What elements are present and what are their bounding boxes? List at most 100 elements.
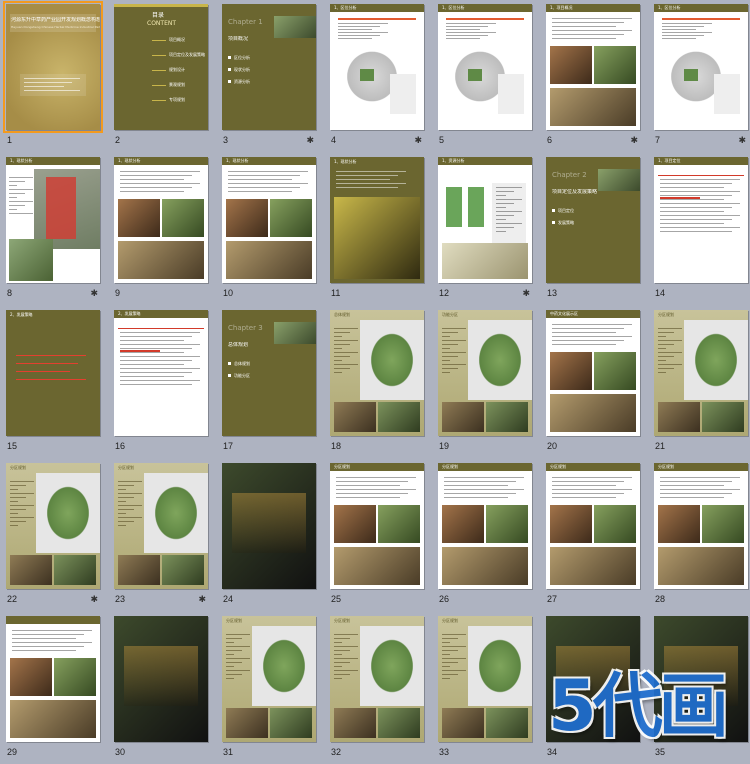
slide-cell[interactable]: Chapter 2 项目定位及发展策略 项目定位 发展策略 13 — [546, 157, 640, 305]
slide-cell[interactable]: 1、现状分析 11 — [330, 157, 424, 305]
chapter-item: 现状分析 — [234, 67, 250, 72]
photo-image — [550, 88, 636, 126]
text-line — [118, 493, 142, 494]
slide-number: 23 — [115, 594, 126, 604]
slide-thumbnail-2[interactable]: 目录 CONTENT 项目概况 项目定位及发展策略 规划设计 景观规划 专项规划 — [114, 4, 208, 130]
slide-thumbnail-31[interactable]: 分区规划 — [222, 616, 316, 742]
slide-cell[interactable]: Chapter 3 总体规划 总体规划 功能分区 17 — [222, 310, 316, 458]
text-line — [338, 32, 388, 33]
slide-cell[interactable]: 分区规划 28 — [654, 463, 748, 611]
photo-image — [598, 169, 640, 191]
slide-title: 1、区位分析 — [658, 5, 681, 10]
slide-cell[interactable]: 2、发展策略 15 — [6, 310, 100, 458]
text-line — [660, 203, 740, 204]
slide-thumbnail-10[interactable]: 1、现状分析 — [222, 157, 316, 283]
text-line — [442, 654, 450, 655]
slide-cell[interactable]: Chapter 1 项目概况 区位分析 现状分析 资源分析 3 ✱ — [222, 4, 316, 152]
chapter-title: 总体规划 — [228, 342, 249, 348]
text-line — [9, 193, 25, 194]
slide-cell[interactable]: 1、区位分析 5 — [438, 4, 532, 152]
text-line — [228, 171, 308, 172]
text-line — [24, 90, 80, 91]
text-line — [660, 497, 724, 498]
slide-cell[interactable]: 分区规划 25 — [330, 463, 424, 611]
bullet-icon — [552, 221, 555, 224]
slide-cell[interactable]: 1、现状分析 8 ✱ — [6, 157, 100, 305]
slide-cell[interactable]: 24 — [222, 463, 316, 611]
slide-cell[interactable]: 1、项目定位 14 — [654, 157, 748, 305]
slide-thumbnail-22[interactable]: 分区规划 — [6, 463, 100, 589]
slide-cell[interactable]: 分区规划 21 — [654, 310, 748, 458]
slide-cell[interactable]: 1、区位分析 4 ✱ — [330, 4, 424, 152]
text-line — [228, 175, 300, 176]
slide-number: 2 — [115, 135, 121, 145]
slide-thumbnail-21[interactable]: 分区规划 — [654, 310, 748, 436]
slide-cell[interactable]: 中药文化展示区 20 — [546, 310, 640, 458]
slide-thumbnail-6[interactable]: 1、项目概况 — [546, 4, 640, 130]
slide-cell[interactable]: 功能分区 19 — [438, 310, 532, 458]
slide-title: 1、现状分析 — [226, 158, 249, 163]
slide-number: 29 — [7, 747, 18, 757]
slide-thumbnail-29[interactable] — [6, 616, 100, 742]
slide-thumbnail-15[interactable]: 2、发展策略 — [6, 310, 100, 436]
slide-cell[interactable]: 1、项目概况 6 ✱ — [546, 4, 640, 152]
text-line — [334, 658, 358, 659]
slide-thumbnail-19[interactable]: 功能分区 — [438, 310, 532, 436]
slide-thumbnail-1[interactable]: 河源东升中草药产业园开发规划概念构想 Heyuan Dongsheng Chine… — [3, 1, 103, 133]
slide-thumbnail-16[interactable]: 2、发展策略 — [114, 310, 208, 436]
text-line — [12, 630, 92, 631]
slide-thumbnail-7[interactable]: 1、区位分析 — [654, 4, 748, 130]
slide-thumbnail-32[interactable]: 分区规划 — [330, 616, 424, 742]
slide-thumbnail-5[interactable]: 1、区位分析 — [438, 4, 532, 130]
slide-cell[interactable]: 1、资源分析 12 ✱ — [438, 157, 532, 305]
contents-item: 项目概况 — [169, 37, 185, 42]
slide-thumbnail-18[interactable]: 总体规划 — [330, 310, 424, 436]
text-line — [660, 489, 740, 490]
slide-thumbnail-4[interactable]: 1、区位分析 — [330, 4, 424, 130]
slide-thumbnail-33[interactable]: 分区规划 — [438, 616, 532, 742]
slide-cell[interactable]: 分区规划 27 — [546, 463, 640, 611]
slide-cell[interactable]: 2、发展策略 16 — [114, 310, 208, 458]
slide-thumbnail-14[interactable]: 1、项目定位 — [654, 157, 748, 283]
slide-thumbnail-17[interactable]: Chapter 3 总体规划 总体规划 功能分区 — [222, 310, 316, 436]
slide-thumbnail-12[interactable]: 1、资源分析 — [438, 157, 532, 283]
slide-thumbnail-24[interactable] — [222, 463, 316, 589]
slide-cell[interactable]: 分区规划 32 — [330, 616, 424, 764]
slide-thumbnail-20[interactable]: 中药文化展示区 — [546, 310, 640, 436]
slide-cell[interactable]: 30 — [114, 616, 208, 764]
text-line — [120, 340, 184, 341]
slide-thumbnail-3[interactable]: Chapter 1 项目概况 区位分析 现状分析 资源分析 — [222, 4, 316, 130]
text-line — [118, 521, 134, 522]
text-line — [442, 336, 450, 337]
slide-thumbnail-11[interactable]: 1、现状分析 — [330, 157, 424, 283]
slide-thumbnail-8[interactable]: 1、现状分析 — [6, 157, 100, 283]
slide-cell[interactable]: 1、区位分析 7 ✱ — [654, 4, 748, 152]
slide-cell[interactable]: 29 — [6, 616, 100, 764]
slide-thumbnail-28[interactable]: 分区规划 — [654, 463, 748, 589]
slide-cell[interactable]: 分区规划 22 ✱ — [6, 463, 100, 611]
slide-cell[interactable]: 1、现状分析 9 — [114, 157, 208, 305]
slide-thumbnail-9[interactable]: 1、现状分析 — [114, 157, 208, 283]
text-line — [442, 678, 450, 679]
slide-cell[interactable]: 1、现状分析 10 — [222, 157, 316, 305]
slide-cell[interactable]: 分区规划 33 — [438, 616, 532, 764]
chapter-marker — [152, 85, 166, 86]
slide-thumbnail-13[interactable]: Chapter 2 项目定位及发展策略 项目定位 发展策略 — [546, 157, 640, 283]
slide-cell[interactable]: 总体规划 18 — [330, 310, 424, 458]
text-line — [442, 348, 450, 349]
cover-subtitle: Heyuan Dongsheng Chinese Herbal Medicine… — [11, 25, 100, 29]
slide-thumbnail-25[interactable]: 分区规划 — [330, 463, 424, 589]
slide-cell[interactable]: 分区规划 23 ✱ — [114, 463, 208, 611]
slide-cell[interactable]: 河源东升中草药产业园开发规划概念构想 Heyuan Dongsheng Chine… — [3, 1, 103, 152]
text-line — [336, 493, 408, 494]
text-line — [118, 505, 142, 506]
slide-thumbnail-30[interactable] — [114, 616, 208, 742]
slide-thumbnail-23[interactable]: 分区规划 — [114, 463, 208, 589]
slide-number: 28 — [655, 594, 666, 604]
slide-cell[interactable]: 分区规划 31 — [222, 616, 316, 764]
slide-thumbnail-26[interactable]: 分区规划 — [438, 463, 532, 589]
slide-thumbnail-27[interactable]: 分区规划 — [546, 463, 640, 589]
slide-cell[interactable]: 分区规划 26 — [438, 463, 532, 611]
text-line — [552, 38, 616, 39]
slide-cell[interactable]: 目录 CONTENT 项目概况 项目定位及发展策略 规划设计 景观规划 专项规划 2 — [114, 4, 208, 152]
